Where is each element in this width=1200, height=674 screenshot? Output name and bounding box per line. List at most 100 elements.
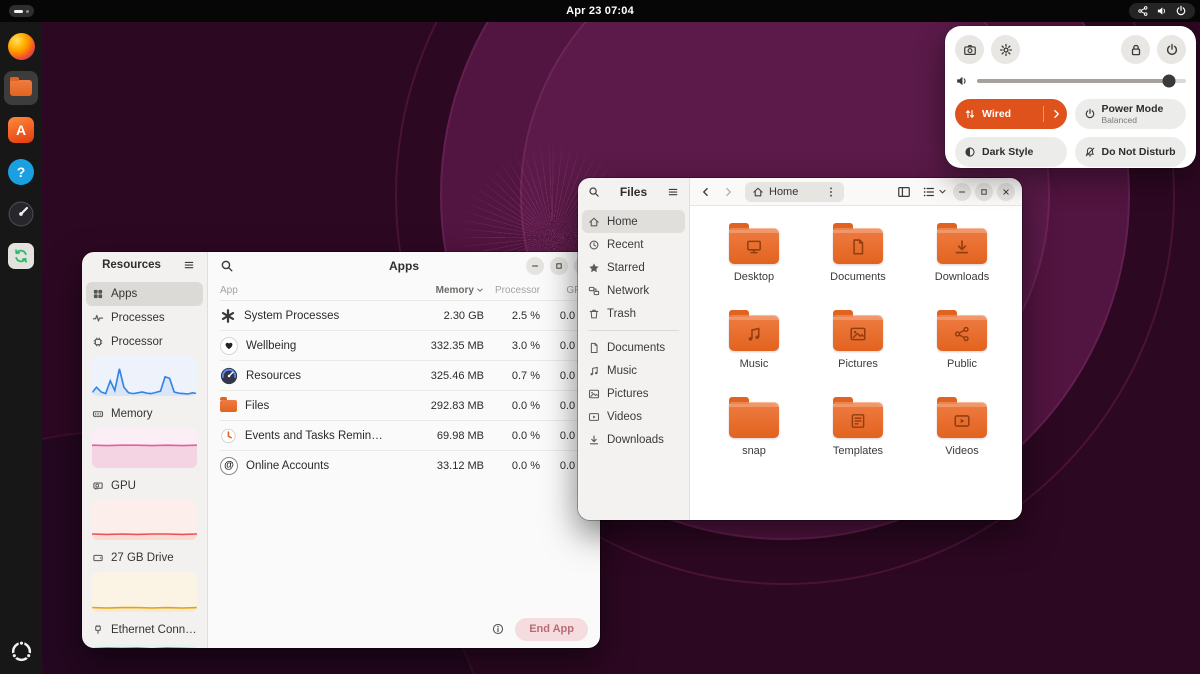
sidebar-item-processor[interactable]: Processor: [86, 330, 203, 354]
forward-button[interactable]: [719, 181, 737, 203]
image-icon: [588, 388, 600, 400]
gpu-icon: [92, 480, 104, 492]
column-memory[interactable]: Memory: [384, 285, 484, 296]
lock-button[interactable]: [1121, 35, 1150, 64]
workspace-indicator[interactable]: [9, 5, 34, 17]
sidebar-item-memory[interactable]: Memory: [86, 402, 203, 426]
resources-search-button[interactable]: [216, 255, 238, 277]
sidebar-item-network[interactable]: Network: [582, 279, 685, 302]
sidebar-item-recent[interactable]: Recent: [582, 233, 685, 256]
chevron-right-icon[interactable]: [1050, 108, 1062, 120]
folder-public[interactable]: Public: [910, 309, 1014, 396]
resources-maximize-button[interactable]: [550, 257, 568, 275]
network-icon: [588, 285, 600, 297]
sidebar-item-drive[interactable]: 27 GB Drive: [86, 546, 203, 570]
folder-videos[interactable]: Videos: [910, 396, 1014, 483]
table-row[interactable]: Wellbeing 332.35 MB 3.0 % 0.0 %: [220, 330, 588, 360]
wellbeing-icon: [220, 337, 238, 355]
settings-button[interactable]: [991, 35, 1020, 64]
system-tray[interactable]: [1129, 3, 1195, 19]
back-button[interactable]: [697, 181, 715, 203]
do-not-disturb-tile[interactable]: Do Not Disturb: [1075, 137, 1187, 167]
breadcrumb[interactable]: Home: [745, 182, 844, 202]
power-mode-tile[interactable]: Power ModeBalanced: [1075, 99, 1187, 129]
memory-usage-graph[interactable]: [92, 428, 197, 468]
sidebar-item-starred[interactable]: Starred: [582, 256, 685, 279]
dock-item-files[interactable]: [4, 71, 38, 105]
folder-grid: Desktop Documents Downloads Music Pictur…: [702, 222, 1014, 483]
sidebar-item-ethernet[interactable]: Ethernet Connection: [86, 618, 203, 642]
top-bar: Apr 23 07:04: [0, 0, 1200, 22]
files-minimize-button[interactable]: [953, 183, 971, 201]
sidebar-item-processes[interactable]: Processes: [86, 306, 203, 330]
table-header-row: App Memory Processor GPU: [220, 280, 588, 300]
folder-pictures[interactable]: Pictures: [806, 309, 910, 396]
resources-sidebar-header: Resources: [82, 252, 207, 278]
power-button[interactable]: [1157, 35, 1186, 64]
resources-main: Apps App Memory Processor GPU System Pro…: [208, 252, 600, 648]
resources-menu-button[interactable]: [178, 254, 200, 276]
table-row[interactable]: Files 292.83 MB 0.0 % 0.0 %: [220, 390, 588, 420]
files-search-button[interactable]: [585, 181, 603, 203]
network-usage-graph[interactable]: [92, 644, 197, 648]
dock-item-firefox[interactable]: [4, 29, 38, 63]
drive-usage-graph[interactable]: [92, 572, 197, 612]
recent-clock-icon: [588, 239, 600, 251]
sidebar-item-videos[interactable]: Videos: [582, 405, 685, 428]
gpu-usage-graph[interactable]: [92, 500, 197, 540]
wired-network-tile[interactable]: Wired: [955, 99, 1067, 129]
sidebar-item-pictures[interactable]: Pictures: [582, 382, 685, 405]
folder-snap[interactable]: snap: [702, 396, 806, 483]
dock-item-help[interactable]: ?: [4, 155, 38, 189]
clock[interactable]: Apr 23 07:04: [566, 5, 634, 17]
dock-item-app-center[interactable]: A: [4, 113, 38, 147]
dark-style-tile[interactable]: Dark Style: [955, 137, 1067, 167]
resources-minimize-button[interactable]: [526, 257, 544, 275]
column-app[interactable]: App: [220, 285, 384, 296]
folder-downloads[interactable]: Downloads: [910, 222, 1014, 309]
sidebar-item-home[interactable]: Home: [582, 210, 685, 233]
dock-item-show-apps[interactable]: [4, 634, 38, 668]
bell-slash-icon: [1084, 146, 1096, 158]
screenshot-button[interactable]: [955, 35, 984, 64]
music-note-icon: [588, 365, 600, 377]
ethernet-icon: [92, 624, 104, 636]
sidebar-item-music[interactable]: Music: [582, 359, 685, 382]
files-close-button[interactable]: [997, 183, 1015, 201]
volume-slider[interactable]: [977, 79, 1186, 83]
kebab-menu-icon[interactable]: [825, 186, 837, 198]
folder-desktop[interactable]: Desktop: [702, 222, 806, 309]
breadcrumb-location: Home: [769, 186, 798, 198]
processes-icon: [92, 312, 104, 324]
resources-window: Resources Apps Processes Processor: [82, 252, 600, 648]
processor-usage-graph[interactable]: [92, 356, 197, 396]
toggle-sidebar-button[interactable]: [893, 181, 915, 203]
files-maximize-button[interactable]: [975, 183, 993, 201]
end-app-button[interactable]: End App: [515, 618, 588, 641]
volume-slider-knob[interactable]: [1163, 75, 1176, 88]
view-options-button[interactable]: [919, 181, 949, 203]
sidebar-item-documents[interactable]: Documents: [582, 336, 685, 359]
dock-item-resources[interactable]: [4, 197, 38, 231]
folder-documents[interactable]: Documents: [806, 222, 910, 309]
folder-music[interactable]: Music: [702, 309, 806, 396]
resources-apps-table: App Memory Processor GPU System Processe…: [208, 280, 600, 480]
files-menu-button[interactable]: [664, 181, 682, 203]
table-row[interactable]: Events and Tasks Reminders 69.98 MB 0.0 …: [220, 420, 588, 450]
sidebar-item-trash[interactable]: Trash: [582, 302, 685, 325]
sidebar-item-apps[interactable]: Apps: [86, 282, 203, 306]
info-icon[interactable]: [491, 622, 505, 636]
column-processor[interactable]: Processor: [484, 285, 540, 296]
ubuntu-logo-icon: [9, 639, 34, 664]
volume-icon: [955, 74, 969, 88]
network-tree-icon: [1137, 5, 1149, 17]
resources-gauge-icon: [8, 201, 34, 227]
sidebar-item-gpu[interactable]: GPU: [86, 474, 203, 498]
table-row[interactable]: @Online Accounts 33.12 MB 0.0 % 0.0 %: [220, 450, 588, 480]
sidebar-item-downloads[interactable]: Downloads: [582, 428, 685, 451]
dock-item-software-updater[interactable]: [4, 239, 38, 273]
table-row[interactable]: Resources 325.46 MB 0.7 % 0.0 %: [220, 360, 588, 390]
folder-templates[interactable]: Templates: [806, 396, 910, 483]
files-headerbar: Home: [690, 178, 1022, 206]
table-row[interactable]: System Processes 2.30 GB 2.5 % 0.0 %: [220, 300, 588, 330]
